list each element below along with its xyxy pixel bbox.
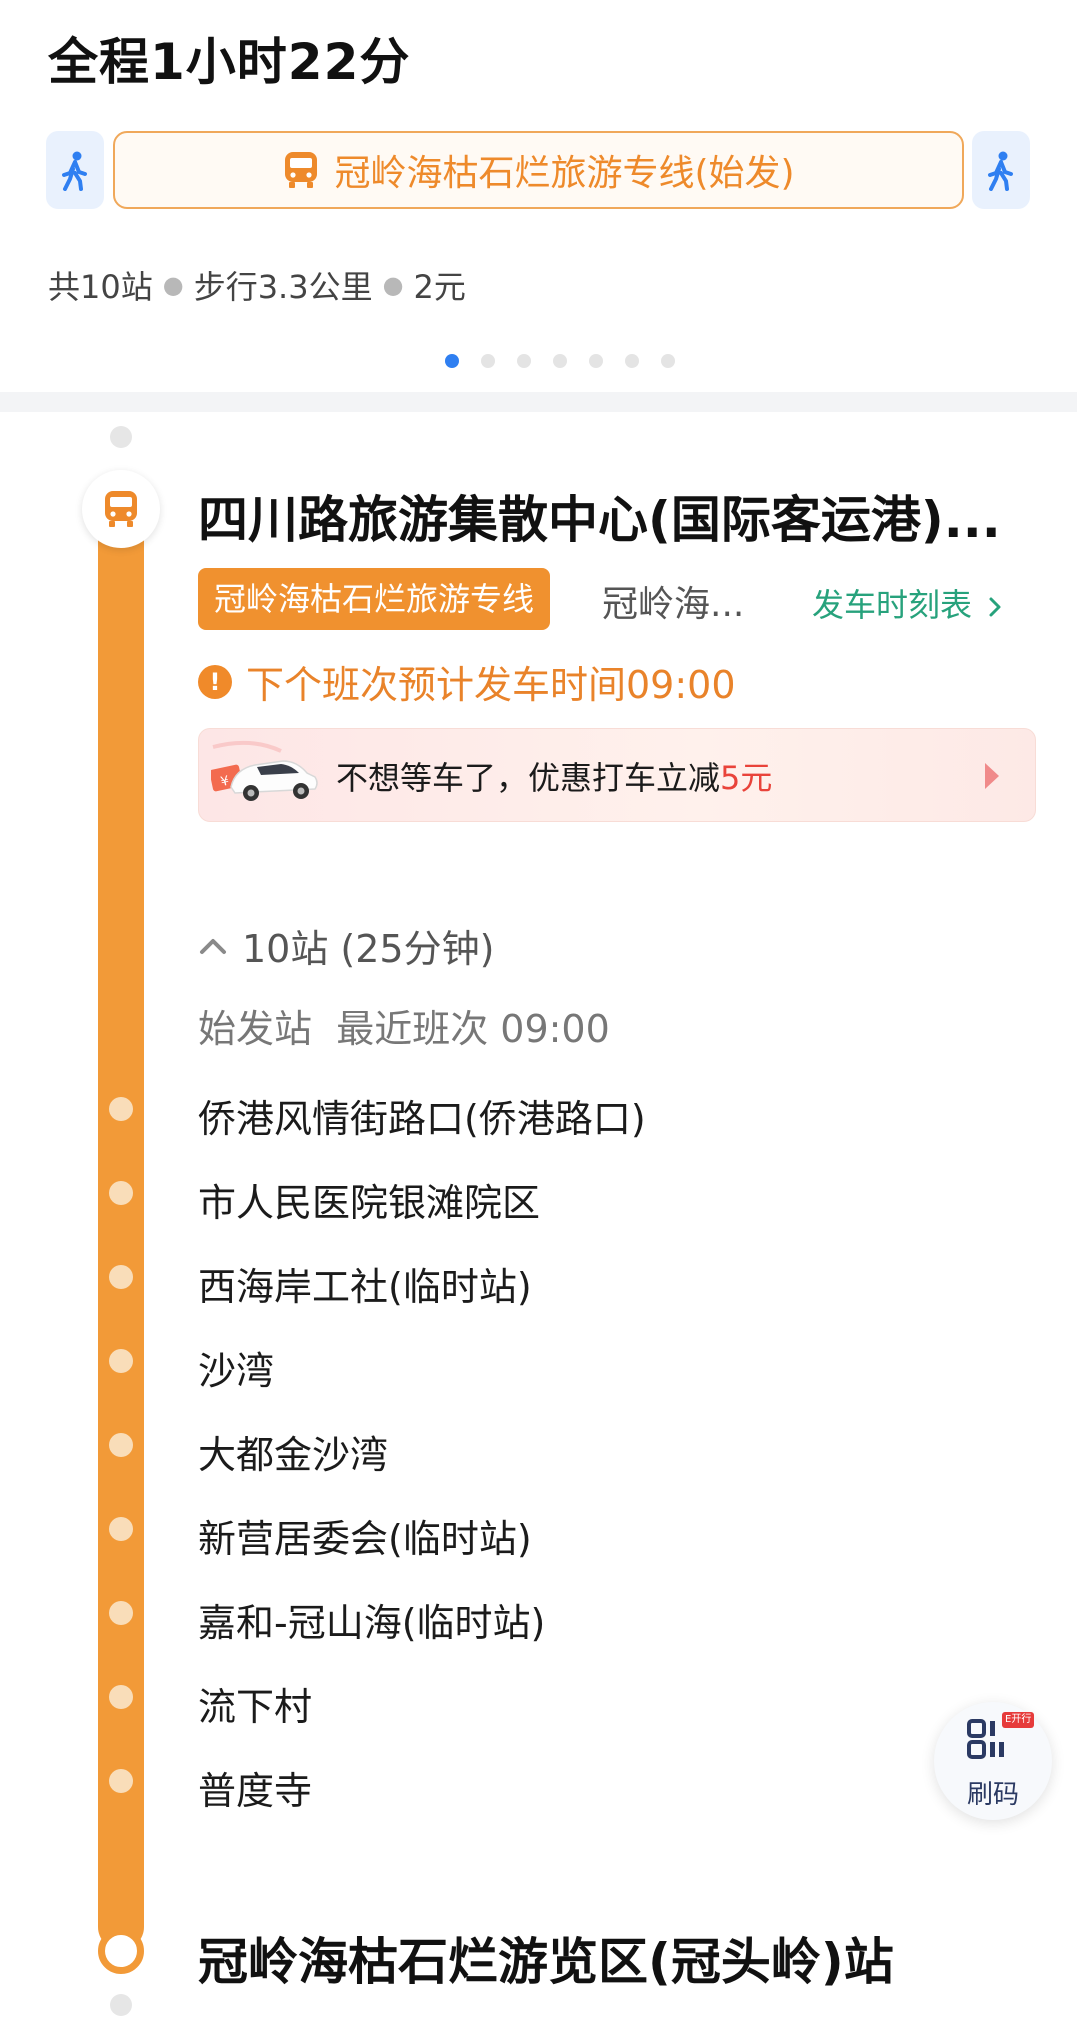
taxi-promo-banner[interactable]: ¥ 不想等车了，优惠打车立减5元: [198, 728, 1036, 822]
stops-collapse-toggle[interactable]: 10站 (25分钟): [198, 918, 494, 973]
ride-timeline-bar: [98, 500, 144, 1950]
taxi-promo-amount: 5元: [720, 759, 773, 797]
separator-dot: ●: [382, 271, 404, 299]
bus-icon: [285, 152, 318, 188]
stop-dot: [109, 1097, 133, 1121]
alighting-node: [98, 1928, 144, 1974]
alighting-station[interactable]: 冠岭海枯石烂游览区(冠头岭)站: [198, 1922, 894, 1994]
stop-dot: [109, 1265, 133, 1289]
stop-name[interactable]: 新营居委会(临时站): [198, 1508, 532, 1563]
page-dot[interactable]: [624, 354, 639, 368]
stop-dot: [109, 1181, 133, 1205]
stop-name[interactable]: 流下村: [198, 1676, 312, 1731]
stop-dot: [109, 1517, 133, 1541]
page-dot[interactable]: [660, 354, 675, 368]
first-bus-label: 始发站: [198, 1007, 313, 1051]
page-dot[interactable]: [516, 354, 531, 368]
section-divider: [0, 392, 1077, 412]
page-dot-active[interactable]: [444, 354, 459, 368]
next-departure-text: 下个班次预计发车时间09:00: [246, 663, 736, 707]
next-departure-notice: ! 下个班次预计发车时间09:00: [198, 654, 736, 709]
chevron-right-icon: [989, 597, 1001, 617]
stop-name[interactable]: 侨港风情街路口(侨港路口): [198, 1088, 646, 1143]
stops-summary-text: 10站 (25分钟): [242, 927, 495, 971]
stop-dot: [109, 1349, 133, 1373]
line-badge[interactable]: 冠岭海枯石烂旅游专线: [198, 568, 551, 630]
boarding-node: [82, 470, 160, 548]
stop-name[interactable]: 嘉和-冠山海(临时站): [198, 1592, 545, 1647]
stop-name[interactable]: 大都金沙湾: [198, 1424, 388, 1479]
walk-icon: [62, 151, 87, 191]
first-bus-info: 始发站 最近班次 09:00: [198, 998, 610, 1053]
route-name: 冠岭海枯石烂旅游专线(始发): [334, 153, 795, 194]
walk-connector-dot: [110, 426, 132, 448]
stop-dot: [109, 1769, 133, 1793]
walk-segment-start[interactable]: [46, 131, 104, 209]
scan-code-label: 刷码: [966, 1780, 1019, 1810]
walk-icon: [988, 151, 1013, 191]
stop-name[interactable]: 西海岸工社(临时站): [198, 1256, 532, 1311]
route-stats: 共10站 ● 步行3.3公里 ● 2元: [48, 262, 466, 308]
separator-dot: ●: [162, 271, 184, 299]
stop-name[interactable]: 市人民医院银滩院区: [198, 1172, 540, 1227]
stop-name[interactable]: 普度寺: [198, 1760, 312, 1815]
bus-icon: [105, 491, 137, 527]
route-summary: 全程1小时22分 冠岭海枯石烂旅游专线(始发) 共10站 ● 步行3.3公里 ●…: [0, 0, 1077, 392]
taxi-promo-text: 不想等车了，优惠打车立减5元: [336, 753, 772, 799]
latest-bus-time: 最近班次 09:00: [336, 1007, 610, 1051]
stop-dot: [109, 1601, 133, 1625]
stop-dot: [109, 1685, 133, 1709]
page-dot[interactable]: [588, 354, 603, 368]
stop-name[interactable]: 沙湾: [198, 1340, 274, 1395]
taxi-car-icon: ¥: [211, 740, 318, 801]
stop-dot: [109, 1433, 133, 1457]
walk-connector-dot: [110, 1994, 132, 2016]
taxi-promo-label: 不想等车了，优惠打车立减: [336, 759, 721, 797]
chevron-up-icon: [200, 938, 226, 954]
fare: 2元: [413, 268, 466, 306]
play-arrow-icon: [985, 763, 999, 789]
walk-segment-end[interactable]: [972, 131, 1030, 209]
boarding-station[interactable]: 四川路旅游集散中心(国际客运港)...: [198, 480, 1038, 552]
bus-route-chip[interactable]: 冠岭海枯石烂旅游专线(始发): [113, 131, 964, 209]
timetable-label: 发车时刻表: [812, 586, 973, 624]
walk-distance: 步行3.3公里: [193, 268, 373, 306]
timetable-link[interactable]: 发车时刻表: [812, 580, 1002, 626]
scan-tag: E开行: [1002, 1712, 1035, 1728]
scan-code-button[interactable]: E开行 刷码: [934, 1702, 1052, 1820]
line-direction: 冠岭海...: [602, 584, 745, 625]
station-count: 共10站: [48, 268, 153, 306]
page-dot[interactable]: [480, 354, 495, 368]
total-time: 全程1小时22分: [48, 33, 411, 91]
page-dot[interactable]: [552, 354, 567, 368]
route-pagination[interactable]: [0, 354, 1077, 368]
warning-icon: !: [198, 664, 232, 699]
